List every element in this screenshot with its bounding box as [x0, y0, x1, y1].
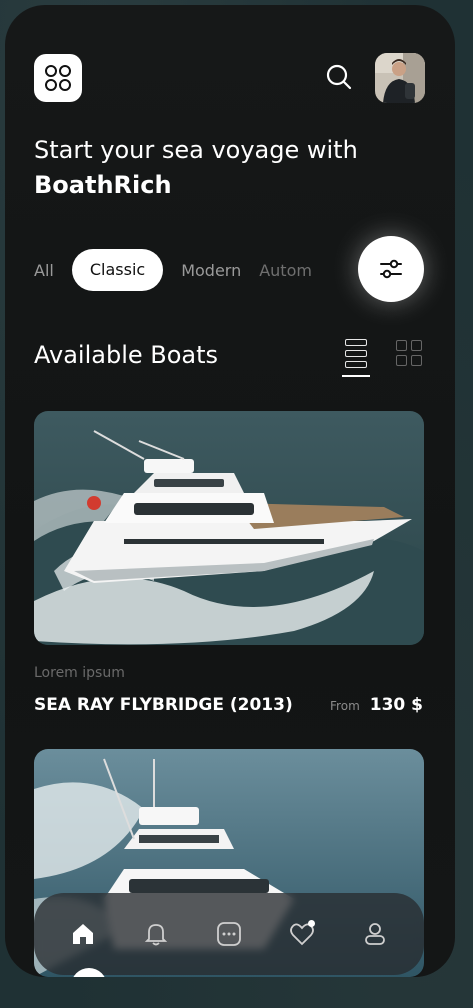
boat-price: From 130 $ [330, 695, 423, 715]
section-title: Available Boats [34, 341, 219, 369]
category-autom[interactable]: Autom [259, 261, 312, 280]
app-screen: Start your sea voyage with BoathRich All… [5, 5, 455, 977]
bell-icon[interactable] [136, 914, 176, 954]
heart-icon[interactable] [282, 914, 322, 954]
bottom-tab-bar [34, 893, 424, 975]
grid-view-toggle[interactable] [396, 340, 424, 368]
category-tabs: All Classic Modern Autom [34, 248, 334, 292]
active-view-indicator [342, 375, 370, 377]
user-avatar[interactable] [375, 53, 425, 103]
category-modern[interactable]: Modern [181, 261, 241, 280]
app-grid-icon[interactable] [34, 54, 82, 102]
home-icon[interactable] [63, 914, 103, 954]
hero-line: Start your sea voyage with [34, 136, 358, 164]
chat-icon[interactable] [209, 914, 249, 954]
boat-name[interactable]: SEA RAY FLYBRIDGE (2013) [34, 695, 293, 715]
category-classic[interactable]: Classic [71, 249, 164, 291]
hero-heading: Start your sea voyage with BoathRich [34, 133, 414, 203]
grid-view-icon [396, 340, 407, 351]
list-view-icon [345, 339, 367, 346]
boat-subtitle: Lorem ipsum [34, 665, 125, 681]
profile-icon[interactable] [355, 914, 395, 954]
search-icon[interactable] [325, 63, 353, 91]
sliders-icon [380, 259, 402, 279]
price-prefix: From [330, 699, 360, 713]
list-view-toggle[interactable] [342, 337, 372, 377]
category-all[interactable]: All [34, 261, 54, 280]
boat-image[interactable] [34, 411, 424, 645]
filter-button[interactable] [358, 236, 424, 302]
brand-name: BoathRich [34, 171, 172, 199]
price-amount: 130 $ [369, 695, 423, 715]
